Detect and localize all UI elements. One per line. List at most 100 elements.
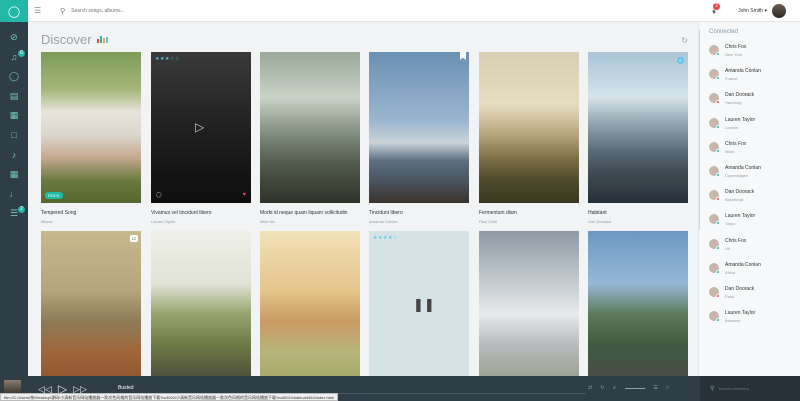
grid-nav-icon[interactable]: ▦ [0, 165, 28, 185]
volume-icon[interactable]: ♬ [612, 385, 617, 391]
playlist-nav-icon[interactable]: ☰ 2 [0, 204, 28, 224]
contact-name[interactable]: Dan Doorack [725, 189, 754, 195]
nav-badge: 6 [18, 49, 25, 57]
album-title[interactable]: Tincidunt libero [369, 210, 469, 216]
screen-icon[interactable]: □ [666, 385, 669, 391]
search-input[interactable] [71, 7, 212, 14]
album-artist[interactable]: Dan Doorack [588, 219, 688, 224]
contact-item[interactable]: Dan Doorack Hamburg [699, 92, 800, 116]
list-icon[interactable]: ☰ [653, 385, 657, 391]
contact-avatar[interactable] [709, 262, 720, 274]
status-dot [716, 124, 720, 129]
repeat-icon[interactable]: ↻ [600, 385, 604, 391]
discover-nav-icon[interactable]: ⊘ [0, 28, 28, 48]
album-cover[interactable]: ROCK [41, 52, 141, 203]
album-cover[interactable] [260, 231, 360, 376]
contact-item[interactable]: Chris Fox New York [699, 44, 800, 68]
contact-avatar[interactable] [709, 238, 720, 250]
album-artist[interactable]: Paul Crisil [479, 219, 579, 224]
album-title[interactable]: Habitant [588, 210, 688, 216]
contact-item[interactable]: Lauren Taylor Tokyo [699, 213, 800, 237]
member-search: ⚲ [700, 376, 800, 401]
contact-name[interactable]: Amanda Conlan [725, 68, 761, 74]
contact-item[interactable]: Chris Fox Milan [699, 141, 800, 165]
music-nav-icon[interactable]: ♫ 6 [0, 48, 28, 68]
count-badge: 12 [129, 235, 138, 242]
contact-avatar[interactable] [709, 141, 720, 153]
contact-item[interactable]: Dan Doorack Barcelona [699, 189, 800, 213]
album-cover[interactable]: ★★★★☆ ❚❚ [369, 231, 469, 376]
contact-avatar[interactable] [709, 214, 720, 226]
contact-avatar[interactable] [709, 311, 720, 323]
contact-avatar[interactable] [709, 93, 720, 105]
list-nav-icon[interactable]: ▤ [0, 87, 28, 107]
contact-name[interactable]: Amanda Conlan [725, 165, 761, 171]
heart-icon[interactable]: ♥ [242, 192, 246, 198]
album-artist[interactable]: Lauren Taylor [151, 219, 251, 224]
album-artist[interactable]: Miaow [41, 219, 141, 224]
history-nav-icon[interactable]: ◯ [0, 67, 28, 87]
album-title[interactable]: Tempered Song [41, 210, 141, 216]
album-title[interactable]: Morbi id neque quam liquam sollicitudin [260, 210, 360, 216]
bell-icon[interactable]: ♦ 2 [712, 2, 721, 16]
album-cover[interactable] [479, 231, 579, 376]
contact-item[interactable]: Dan Doorack Paris [699, 286, 800, 310]
song-nav-icon[interactable]: ♩ [0, 184, 28, 204]
contact-avatar[interactable] [709, 45, 720, 56]
contact-avatar[interactable] [709, 190, 720, 202]
contact-name[interactable]: Chris Fox [725, 44, 746, 50]
contact-name[interactable]: Dan Doorack [725, 92, 754, 98]
header-search: ⚲ [60, 7, 212, 15]
contact-name[interactable]: Lauren Taylor [725, 213, 755, 219]
album-artist[interactable]: Mike Mo [260, 219, 360, 224]
avatar[interactable] [772, 4, 786, 18]
shuffle-icon[interactable]: ⇄ [588, 385, 592, 391]
album-cover[interactable] [260, 52, 360, 203]
user-menu[interactable]: John Smith ▾ [738, 8, 767, 14]
contact-name[interactable]: Lauren Taylor [725, 310, 755, 316]
contact-item[interactable]: Amanda Conlan Africa [699, 262, 800, 286]
contact-name[interactable]: Lauren Taylor [725, 117, 755, 123]
member-search-input[interactable] [718, 386, 789, 391]
contact-city: UK [725, 245, 731, 251]
menu-toggle-icon[interactable]: ☰ [34, 6, 54, 15]
album-cover[interactable] [151, 231, 251, 376]
contact-avatar[interactable] [709, 117, 720, 129]
album-cover[interactable]: 12 [41, 231, 141, 376]
album-cover[interactable]: 6 [588, 52, 688, 203]
contact-item[interactable]: Chris Fox UK [699, 238, 800, 262]
sidebar-heading: Connected [709, 29, 739, 35]
bookmark-icon[interactable] [460, 52, 466, 60]
contact-avatar[interactable] [709, 69, 720, 81]
stack-nav-icon[interactable]: ▦ [0, 106, 28, 126]
contact-name[interactable]: Chris Fox [725, 141, 746, 147]
contact-avatar[interactable] [709, 165, 720, 177]
disc-icon: ◯ [156, 192, 162, 198]
album-cover[interactable]: ★★★☆☆ ▷ ◯ ♥ [151, 52, 251, 203]
sidebar-scrollbar[interactable] [699, 30, 700, 230]
album-artist[interactable]: Amanda Conlan [369, 219, 469, 224]
contact-avatar[interactable] [709, 286, 720, 298]
album-cover[interactable] [479, 52, 579, 203]
note-nav-icon[interactable]: ♪ [0, 145, 28, 165]
album-cover[interactable] [588, 231, 688, 376]
contact-item[interactable]: Amanda Conlan France [699, 68, 800, 92]
album-title[interactable]: Fermentum diam [479, 210, 579, 216]
contact-name[interactable]: Chris Fox [725, 238, 746, 244]
screen-nav-icon[interactable]: □ [0, 126, 28, 146]
album-cover[interactable] [369, 52, 469, 203]
contact-item[interactable]: Lauren Taylor Brussels [699, 310, 800, 334]
volume-slider[interactable] [625, 387, 646, 389]
header-right: ♦ 2 John Smith ▾ [712, 0, 786, 22]
album-title[interactable]: Vivamus vel tincidunt libero [151, 210, 251, 216]
pause-icon[interactable]: ❚❚ [413, 297, 435, 313]
play-icon[interactable]: ▷ [195, 120, 207, 134]
notification-count: 2 [713, 2, 721, 10]
contact-item[interactable]: Lauren Taylor London [699, 117, 800, 141]
equalizer-icon [96, 36, 108, 43]
refresh-icon[interactable]: ↻ [681, 36, 688, 45]
contact-item[interactable]: Amanda Conlan Copenhagen [699, 165, 800, 189]
headphones-logo-icon[interactable]: ◯ [0, 0, 28, 22]
contact-name[interactable]: Amanda Conlan [725, 262, 761, 268]
contact-name[interactable]: Dan Doorack [725, 286, 754, 292]
